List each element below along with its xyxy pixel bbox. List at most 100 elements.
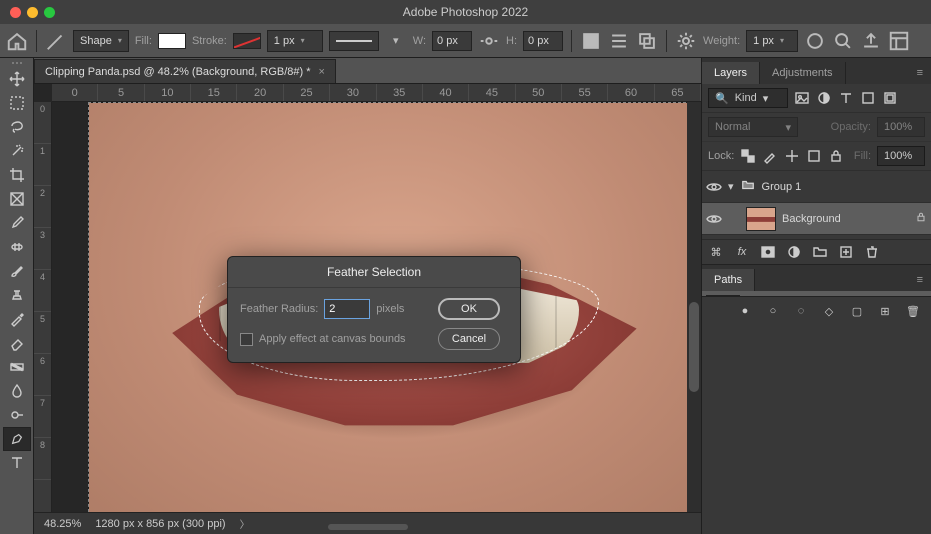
layer-thumbnail[interactable] xyxy=(746,207,776,231)
dodge-tool[interactable] xyxy=(3,403,31,427)
delete-layer-icon[interactable] xyxy=(864,244,880,260)
disclosure-icon[interactable]: ▾ xyxy=(728,180,734,193)
apply-bounds-checkbox[interactable] xyxy=(240,333,253,346)
tab-paths[interactable]: Paths xyxy=(702,269,755,291)
weight-label: Weight: xyxy=(703,35,740,47)
delete-path-icon[interactable]: 🗑 xyxy=(905,303,921,319)
fx-icon[interactable]: fx xyxy=(734,244,750,260)
healing-brush-tool[interactable] xyxy=(3,235,31,259)
path-alignment-button[interactable] xyxy=(608,30,630,52)
close-tab-icon[interactable]: × xyxy=(319,66,325,78)
group-icon[interactable] xyxy=(812,244,828,260)
link-wh-icon[interactable] xyxy=(478,30,500,52)
new-layer-icon[interactable] xyxy=(838,244,854,260)
horizontal-scrollbar[interactable] xyxy=(328,524,408,530)
blur-tool[interactable] xyxy=(3,379,31,403)
share-icon[interactable] xyxy=(860,30,882,52)
magic-wand-tool[interactable] xyxy=(3,139,31,163)
clone-stamp-tool[interactable] xyxy=(3,283,31,307)
mask-from-path-icon[interactable]: ▢ xyxy=(849,303,865,319)
crop-tool[interactable] xyxy=(3,163,31,187)
search-icon[interactable] xyxy=(832,30,854,52)
stroke-width-field[interactable]: 1 px▾ xyxy=(267,30,323,52)
path-arrangement-button[interactable] xyxy=(636,30,658,52)
shape-mode-select[interactable]: Shape▾ xyxy=(73,30,129,52)
filter-type-icon[interactable] xyxy=(838,90,854,106)
brush-tool[interactable] xyxy=(3,259,31,283)
tool-preset-picker[interactable] xyxy=(45,30,67,52)
adjustment-layer-icon[interactable] xyxy=(786,244,802,260)
visibility-icon[interactable] xyxy=(706,179,722,195)
panel-menu-icon[interactable]: ≡ xyxy=(909,269,931,291)
frame-tool[interactable] xyxy=(3,187,31,211)
pen-tool[interactable] xyxy=(3,427,31,451)
move-tool[interactable] xyxy=(3,67,31,91)
cloud-docs-icon[interactable] xyxy=(804,30,826,52)
status-zoom[interactable]: 48.25% xyxy=(44,518,81,530)
gradient-tool[interactable] xyxy=(3,355,31,379)
layers-panel-tabs: Layers Adjustments ≡ xyxy=(702,58,931,84)
status-disclosure-icon[interactable]: 〉 xyxy=(240,516,250,531)
visibility-icon[interactable] xyxy=(706,211,722,227)
layer-row-group[interactable]: ▾ Group 1 xyxy=(702,171,931,203)
feather-radius-input[interactable] xyxy=(324,299,370,319)
panel-menu-icon[interactable]: ≡ xyxy=(909,62,931,84)
document-tab[interactable]: Clipping Panda.psd @ 48.2% (Background, … xyxy=(34,59,336,83)
layer-fill-label: Fill: xyxy=(854,150,871,162)
path-to-selection-icon[interactable]: ◌ xyxy=(793,303,809,319)
workspace-icon[interactable] xyxy=(888,30,910,52)
paths-panel-footer: ● ○ ◌ ◇ ▢ ⊞ 🗑 xyxy=(702,296,931,325)
lock-position-icon[interactable] xyxy=(784,148,800,164)
layers-panel-footer: ⌘ fx xyxy=(702,239,931,264)
vertical-scrollbar[interactable] xyxy=(687,102,701,512)
cancel-button[interactable]: Cancel xyxy=(438,328,500,350)
path-operations-button[interactable] xyxy=(580,30,602,52)
layer-name[interactable]: Group 1 xyxy=(762,181,802,193)
filter-pixel-icon[interactable] xyxy=(794,90,810,106)
height-field[interactable] xyxy=(523,31,563,51)
layer-filter-kind[interactable]: 🔍 Kind ▾ xyxy=(708,88,788,108)
marquee-tool[interactable] xyxy=(3,91,31,115)
eyedropper-tool[interactable] xyxy=(3,211,31,235)
filter-shape-icon[interactable] xyxy=(860,90,876,106)
stroke-label: Stroke: xyxy=(192,35,227,47)
blend-mode-select[interactable]: Normal▾ xyxy=(708,117,798,137)
fill-swatch[interactable] xyxy=(158,33,186,49)
app-title: Adobe Photoshop 2022 xyxy=(0,5,931,19)
lock-icon[interactable] xyxy=(915,211,927,226)
gear-icon[interactable] xyxy=(675,30,697,52)
fill-path-icon[interactable]: ● xyxy=(737,303,753,319)
stroke-swatch[interactable] xyxy=(233,33,261,49)
stroke-path-icon[interactable]: ○ xyxy=(765,303,781,319)
selection-to-path-icon[interactable]: ◇ xyxy=(821,303,837,319)
panels-column: Layers Adjustments ≡ 🔍 Kind ▾ Normal▾ Op… xyxy=(701,58,931,534)
stroke-style-select[interactable] xyxy=(329,31,379,51)
lock-all-icon[interactable] xyxy=(828,148,844,164)
link-layers-icon[interactable]: ⌘ xyxy=(708,244,724,260)
history-brush-tool[interactable] xyxy=(3,307,31,331)
lock-artboard-icon[interactable] xyxy=(806,148,822,164)
layer-row-background[interactable]: Background xyxy=(702,203,931,235)
filter-smart-icon[interactable] xyxy=(882,90,898,106)
lock-transparency-icon[interactable] xyxy=(740,148,756,164)
lasso-tool[interactable] xyxy=(3,115,31,139)
eraser-tool[interactable] xyxy=(3,331,31,355)
stroke-style-chevron[interactable]: ▾ xyxy=(385,30,407,52)
mask-icon[interactable] xyxy=(760,244,776,260)
ok-button[interactable]: OK xyxy=(438,298,500,320)
blend-row: Normal▾ Opacity: 100% xyxy=(702,113,931,142)
tab-layers[interactable]: Layers xyxy=(702,62,760,84)
type-tool[interactable] xyxy=(3,451,31,475)
filter-adjust-icon[interactable] xyxy=(816,90,832,106)
layer-name[interactable]: Background xyxy=(782,213,841,225)
weight-field[interactable]: 1 px▾ xyxy=(746,30,798,52)
tab-adjustments[interactable]: Adjustments xyxy=(760,62,846,84)
width-field[interactable] xyxy=(432,31,472,51)
home-button[interactable] xyxy=(6,30,28,52)
new-path-icon[interactable]: ⊞ xyxy=(877,303,893,319)
opacity-field[interactable]: 100% xyxy=(877,117,925,137)
panel-grip[interactable] xyxy=(12,62,22,65)
layer-fill-field[interactable]: 100% xyxy=(877,146,925,166)
apply-bounds-label: Apply effect at canvas bounds xyxy=(259,333,406,345)
lock-pixels-icon[interactable] xyxy=(762,148,778,164)
